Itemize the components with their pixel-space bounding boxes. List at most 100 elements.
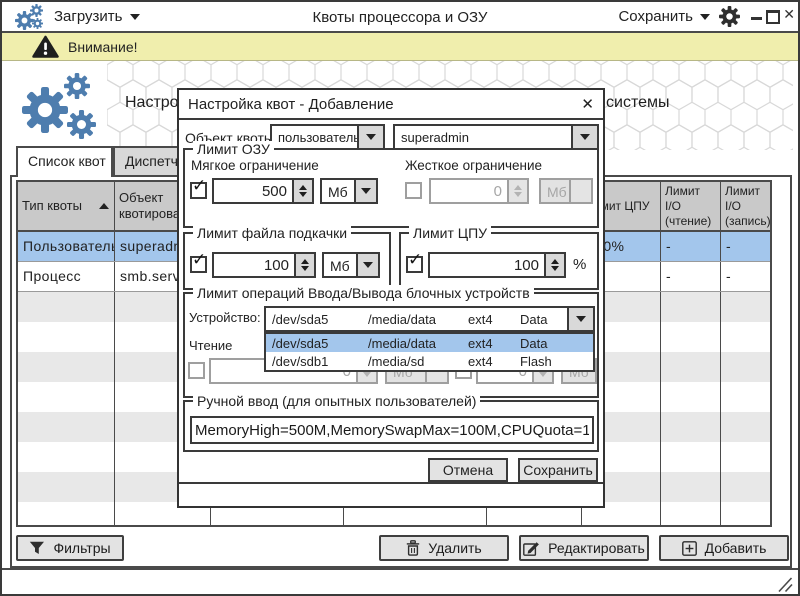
settings-gear-icon[interactable] bbox=[719, 6, 740, 27]
cpu-limit-checkbox[interactable]: ✓ bbox=[406, 256, 423, 273]
close-window-button[interactable]: ✕ bbox=[783, 7, 795, 23]
cell-quota-type: Процесс bbox=[18, 262, 115, 291]
cpu-limit-spinner[interactable]: 100 bbox=[428, 252, 566, 278]
manual-input-field[interactable] bbox=[190, 416, 594, 444]
spinner-arrows-icon[interactable] bbox=[292, 180, 312, 202]
app-logo-gears-large-icon bbox=[22, 73, 112, 143]
cell-quota-type: Пользователь bbox=[18, 232, 115, 261]
device-option-sda5[interactable]: /dev/sda5 /media/data ext4 Data bbox=[266, 334, 593, 352]
hard-limit-checkbox[interactable] bbox=[405, 182, 422, 199]
cancel-button[interactable]: Отмена bbox=[428, 458, 508, 482]
quota-object-name-select[interactable]: superadmin bbox=[393, 124, 599, 150]
soft-limit-unit-value: Мб bbox=[322, 180, 354, 202]
soft-limit-spinner[interactable]: 500 bbox=[212, 178, 314, 204]
hard-limit-unit-value: Мб bbox=[541, 180, 569, 202]
cell-io-write: - bbox=[721, 262, 772, 291]
device-label: Устройство: bbox=[189, 310, 261, 325]
quota-object-type-select[interactable]: пользователь bbox=[270, 124, 385, 150]
column-header-io-read-limit[interactable]: Лимит I/O (чтение) bbox=[661, 182, 721, 230]
device-mount: /media/data bbox=[368, 312, 468, 330]
ram-limit-legend: Лимит ОЗУ bbox=[193, 141, 274, 157]
column-header-io-write-limit[interactable]: Лимит I/O (запись) bbox=[721, 182, 772, 230]
filters-button[interactable]: Фильтры bbox=[16, 535, 124, 561]
swap-limit-checkbox[interactable]: ✓ bbox=[190, 256, 207, 273]
spinner-arrows-icon[interactable] bbox=[544, 254, 564, 276]
cpu-limit-value: 100 bbox=[430, 254, 544, 276]
page-title-right-fragment: системы bbox=[606, 94, 669, 112]
quota-settings-dialog: Настройка квот - Добавление ✕ Объект кво… bbox=[177, 88, 605, 508]
io-limit-fieldset: Лимит операций Ввода/Вывода блочных устр… bbox=[183, 292, 599, 398]
swap-limit-spinner[interactable]: 100 bbox=[212, 252, 316, 278]
cell-io-read: - bbox=[661, 232, 721, 261]
spinner-arrows-icon[interactable] bbox=[294, 254, 314, 276]
minimize-button[interactable] bbox=[751, 17, 762, 20]
manual-input-legend: Ручной ввод (для опытных пользователей) bbox=[193, 393, 480, 409]
quota-object-name-value: superadmin bbox=[395, 126, 571, 148]
column-header-quota-type[interactable]: Тип квоты bbox=[18, 182, 115, 230]
save-menu[interactable]: Сохранить bbox=[618, 8, 710, 25]
swap-limit-fieldset: Лимит файла подкачки ✓ 100 Мб bbox=[183, 232, 391, 290]
swap-limit-legend: Лимит файла подкачки bbox=[193, 225, 351, 241]
soft-limit-checkbox[interactable]: ✓ bbox=[190, 182, 207, 199]
chevron-down-icon[interactable] bbox=[567, 308, 593, 330]
app-logo-gears-icon bbox=[15, 4, 47, 31]
warning-triangle-icon bbox=[32, 35, 59, 59]
cpu-percent-label: % bbox=[573, 256, 586, 273]
chevron-down-icon[interactable] bbox=[571, 126, 597, 148]
delete-button[interactable]: Удалить bbox=[379, 535, 509, 561]
check-icon: ✓ bbox=[408, 250, 422, 270]
edit-button-label: Редактировать bbox=[548, 540, 645, 556]
quota-object-type-value: пользователь bbox=[272, 126, 357, 148]
chevron-down-icon bbox=[569, 180, 591, 202]
window-title: Квоты процессора и ОЗУ bbox=[152, 9, 648, 26]
cell-io-read: - bbox=[661, 262, 721, 291]
hard-limit-unit-select: Мб bbox=[539, 178, 593, 204]
titlebar: Загрузить Квоты процессора и ОЗУ Сохрани… bbox=[2, 2, 798, 33]
add-button[interactable]: Добавить bbox=[659, 535, 789, 561]
io-read-checkbox[interactable] bbox=[188, 362, 205, 379]
dialog-close-icon[interactable]: ✕ bbox=[581, 95, 594, 113]
swap-limit-unit-value: Мб bbox=[324, 254, 356, 276]
spinner-arrows-icon bbox=[507, 180, 527, 202]
manual-input-fieldset: Ручной ввод (для опытных пользователей) bbox=[183, 400, 599, 452]
cpu-limit-legend: Лимит ЦПУ bbox=[409, 225, 491, 241]
device-select[interactable]: /dev/sda5 /media/data ext4 Data bbox=[264, 306, 595, 332]
hard-limit-spinner: 0 bbox=[429, 178, 529, 204]
soft-limit-value: 500 bbox=[214, 180, 292, 202]
swap-limit-unit-select[interactable]: Мб bbox=[322, 252, 380, 278]
device-fs: ext4 bbox=[468, 312, 520, 330]
device-path: /dev/sda5 bbox=[272, 312, 368, 330]
save-menu-label: Сохранить bbox=[618, 8, 693, 25]
read-label: Чтение bbox=[189, 338, 232, 353]
resize-grip-icon[interactable] bbox=[775, 576, 794, 593]
warning-text: Внимание! bbox=[68, 39, 138, 55]
maximize-button[interactable] bbox=[766, 10, 780, 24]
chevron-down-icon bbox=[700, 14, 710, 20]
edit-button[interactable]: Редактировать bbox=[519, 535, 649, 561]
add-button-label: Добавить bbox=[705, 540, 767, 556]
load-menu[interactable]: Загрузить bbox=[54, 8, 140, 25]
save-button[interactable]: Сохранить bbox=[518, 458, 598, 482]
chevron-down-icon bbox=[130, 14, 140, 20]
tab-quota-list[interactable]: Список квот bbox=[16, 146, 113, 177]
chevron-down-icon[interactable] bbox=[357, 126, 383, 148]
swap-limit-value: 100 bbox=[214, 254, 294, 276]
hard-limit-value: 0 bbox=[431, 180, 507, 202]
delete-button-label: Удалить bbox=[428, 540, 481, 556]
hard-limit-label: Жесткое ограничение bbox=[405, 158, 542, 173]
edit-pencil-icon bbox=[523, 541, 540, 556]
cell-io-write: - bbox=[721, 232, 772, 261]
warning-banner: Внимание! bbox=[2, 33, 798, 61]
device-dropdown-list: /dev/sda5 /media/data ext4 Data /dev/sdb… bbox=[264, 332, 595, 372]
filters-button-label: Фильтры bbox=[53, 540, 110, 556]
status-bar bbox=[2, 568, 798, 594]
dialog-footer-strip bbox=[179, 482, 603, 506]
cpu-limit-fieldset: Лимит ЦПУ ✓ 100 % bbox=[399, 232, 599, 290]
dialog-title-separator bbox=[179, 118, 603, 120]
chevron-down-icon[interactable] bbox=[356, 254, 378, 276]
chevron-down-icon[interactable] bbox=[354, 180, 376, 202]
check-icon: ✓ bbox=[192, 176, 206, 196]
device-option-sdb1[interactable]: /dev/sdb1 /media/sd ext4 Flash bbox=[266, 352, 593, 370]
check-icon: ✓ bbox=[192, 250, 206, 270]
soft-limit-unit-select[interactable]: Мб bbox=[320, 178, 378, 204]
